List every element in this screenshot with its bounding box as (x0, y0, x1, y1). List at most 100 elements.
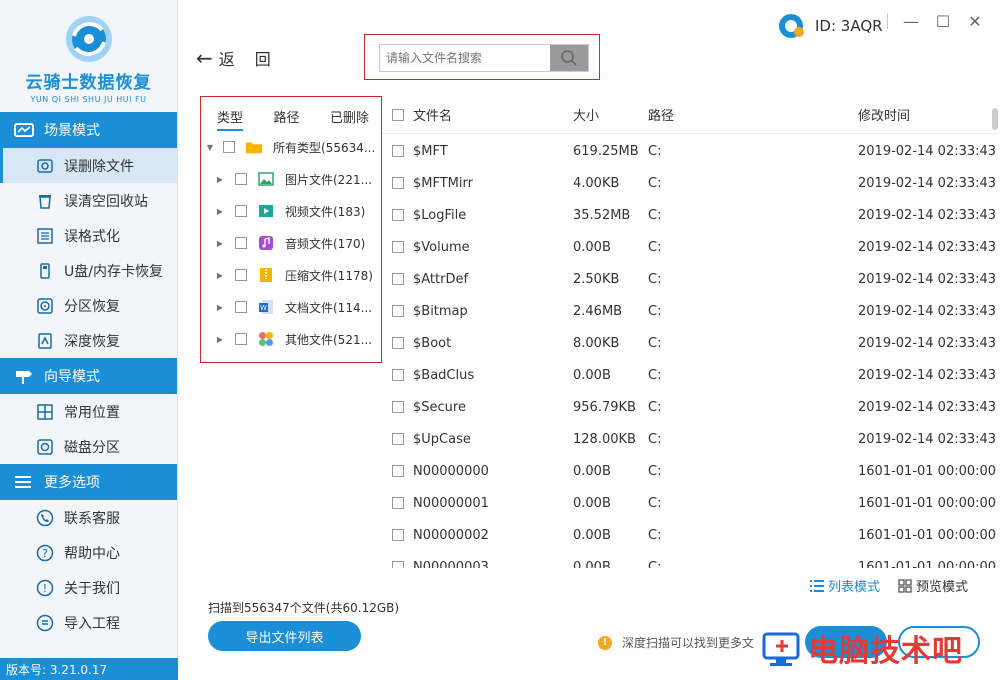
cell-name: N00000001 (413, 495, 489, 511)
nav-recycle-bin[interactable]: 误清空回收站 (0, 183, 177, 218)
tree-item[interactable]: ▶ 压缩文件(1178) (201, 259, 381, 291)
scrollbar[interactable] (992, 108, 998, 130)
row-checkbox[interactable] (392, 497, 404, 509)
cell-path: C: (648, 367, 662, 383)
header-size[interactable]: 大小 (573, 105, 648, 124)
row-checkbox[interactable] (392, 401, 404, 413)
minimize-icon[interactable]: — (902, 12, 920, 31)
tree-item[interactable]: ▶ 音频文件(170) (201, 227, 381, 259)
tree-root[interactable]: ▼ 所有类型(55634... (201, 131, 381, 163)
row-checkbox[interactable] (392, 273, 404, 285)
table-row[interactable]: $LogFile 35.52MB C: 2019-02-14 02:33:43 (382, 199, 1000, 231)
disk-icon (36, 438, 54, 456)
collapse-icon[interactable]: ▼ (205, 143, 215, 152)
row-checkbox[interactable] (392, 177, 404, 189)
maximize-icon[interactable]: ☐ (934, 12, 952, 31)
expand-icon[interactable]: ▶ (215, 303, 225, 312)
expand-icon[interactable]: ▶ (215, 239, 225, 248)
cell-size: 4.00KB (573, 175, 620, 191)
tree-item[interactable]: ▶ 图片文件(221... (201, 163, 381, 195)
nav-partition[interactable]: 分区恢复 (0, 288, 177, 323)
table-row[interactable]: $BadClus 0.00B C: 2019-02-14 02:33:43 (382, 359, 1000, 391)
cell-size: 956.79KB (573, 399, 636, 415)
nav-disk-partition[interactable]: 磁盘分区 (0, 429, 177, 464)
row-checkbox[interactable] (392, 145, 404, 157)
search-input[interactable] (380, 45, 550, 71)
tree-checkbox[interactable] (223, 141, 235, 153)
cell-name: $MFT (413, 143, 448, 159)
section-more-options[interactable]: 更多选项 (0, 464, 177, 500)
header-time[interactable]: 修改时间 (858, 105, 998, 124)
menu-icon (14, 474, 36, 490)
tree-checkbox[interactable] (235, 173, 247, 185)
list-icon (810, 579, 824, 592)
cell-path: C: (648, 303, 662, 319)
search-button[interactable] (550, 45, 588, 71)
expand-icon[interactable]: ▶ (215, 175, 225, 184)
row-checkbox[interactable] (392, 305, 404, 317)
tree-checkbox[interactable] (235, 333, 247, 345)
tree-checkbox[interactable] (235, 237, 247, 249)
tree-checkbox[interactable] (235, 301, 247, 313)
table-row[interactable]: N00000002 0.00B C: 1601-01-01 00:00:00 (382, 519, 1000, 551)
back-button[interactable]: ← 返 回 (196, 46, 271, 70)
tree-label: 视频文件(183) (285, 204, 366, 219)
header-path[interactable]: 路径 (648, 105, 858, 124)
grid-icon (898, 578, 912, 593)
nav-customer-service[interactable]: 联系客服 (0, 500, 177, 535)
row-checkbox[interactable] (392, 529, 404, 541)
row-checkbox[interactable] (392, 209, 404, 221)
cell-name: $LogFile (413, 207, 467, 223)
logo-subtitle: YUN QI SHI SHU JU HUI FU (30, 95, 147, 104)
nav-deep-recovery[interactable]: 深度恢复 (0, 323, 177, 358)
tab-deleted[interactable]: 已删除 (330, 107, 369, 131)
tab-path[interactable]: 路径 (273, 107, 299, 131)
table-row[interactable]: $Secure 956.79KB C: 2019-02-14 02:33:43 (382, 391, 1000, 423)
table-row[interactable]: N00000001 0.00B C: 1601-01-01 00:00:00 (382, 487, 1000, 519)
tree-item[interactable]: ▶ 其他文件(521... (201, 323, 381, 355)
table-row[interactable]: N00000000 0.00B C: 1601-01-01 00:00:00 (382, 455, 1000, 487)
section-scene-mode[interactable]: 场景模式 (0, 112, 177, 148)
table-row[interactable]: $MFTMirr 4.00KB C: 2019-02-14 02:33:43 (382, 167, 1000, 199)
table-row[interactable]: $MFT 619.25MB C: 2019-02-14 02:33:43 (382, 135, 1000, 167)
nav-deleted-files[interactable]: 误删除文件 (0, 148, 177, 183)
table-row[interactable]: $Volume 0.00B C: 2019-02-14 02:33:43 (382, 231, 1000, 263)
deleted-files-icon (36, 157, 54, 175)
tree-item[interactable]: ▶ 视频文件(183) (201, 195, 381, 227)
row-checkbox[interactable] (392, 561, 404, 568)
close-icon[interactable]: ✕ (966, 12, 984, 31)
tree-checkbox[interactable] (235, 269, 247, 281)
table-row[interactable]: $AttrDef 2.50KB C: 2019-02-14 02:33:43 (382, 263, 1000, 295)
nav-usb-card[interactable]: U盘/内存卡恢复 (0, 253, 177, 288)
preview-mode-button[interactable]: 预览模式 (898, 576, 968, 595)
table-row[interactable]: $Boot 8.00KB C: 2019-02-14 02:33:43 (382, 327, 1000, 359)
nav-common-locations[interactable]: 常用位置 (0, 394, 177, 429)
select-all-checkbox[interactable] (392, 108, 404, 121)
row-checkbox[interactable] (392, 369, 404, 381)
row-checkbox[interactable] (392, 465, 404, 477)
section-wizard-mode[interactable]: 向导模式 (0, 358, 177, 394)
table-row[interactable]: $UpCase 128.00KB C: 2019-02-14 02:33:43 (382, 423, 1000, 455)
export-list-button[interactable]: 导出文件列表 (208, 621, 361, 651)
nav-help-center[interactable]: ? 帮助中心 (0, 535, 177, 570)
user-id[interactable]: ID: 3AQR (777, 12, 883, 40)
nav-format[interactable]: 误格式化 (0, 218, 177, 253)
table-row[interactable]: N00000003 0.00B C: 1601-01-01 00:00:00 (382, 551, 1000, 568)
svg-text:?: ? (42, 547, 48, 560)
expand-icon[interactable]: ▶ (215, 335, 225, 344)
tab-type[interactable]: 类型 (217, 107, 244, 131)
row-checkbox[interactable] (392, 337, 404, 349)
tree-item[interactable]: ▶ W 文档文件(114... (201, 291, 381, 323)
row-checkbox[interactable] (392, 433, 404, 445)
expand-icon[interactable]: ▶ (215, 207, 225, 216)
table-row[interactable]: $Bitmap 2.46MB C: 2019-02-14 02:33:43 (382, 295, 1000, 327)
nav-import-project[interactable]: 导入工程 (0, 605, 177, 640)
tree-checkbox[interactable] (235, 205, 247, 217)
header-name[interactable]: 文件名 (413, 105, 573, 124)
cell-name: $Boot (413, 335, 452, 351)
nav-about-us[interactable]: ! 关于我们 (0, 570, 177, 605)
cell-time: 1601-01-01 00:00:00 (858, 559, 997, 569)
row-checkbox[interactable] (392, 241, 404, 253)
expand-icon[interactable]: ▶ (215, 271, 225, 280)
list-mode-button[interactable]: 列表模式 (810, 576, 880, 595)
